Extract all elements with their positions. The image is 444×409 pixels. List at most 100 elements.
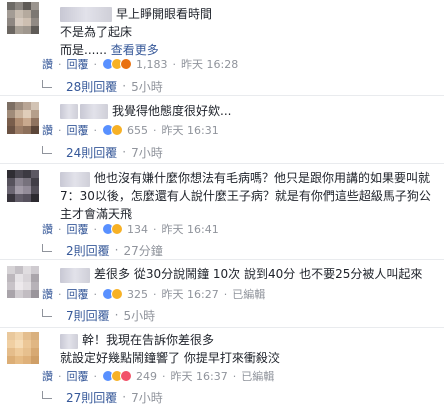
reaction-count[interactable]: 1,183 — [136, 58, 168, 71]
comment-text-line: 早上睜開眼看時間 — [116, 7, 213, 21]
edited-label[interactable]: 已編輯 — [232, 286, 265, 302]
comment-text-line: 幹！我現在告訴你差很多 — [82, 333, 215, 347]
commenter-name[interactable] — [80, 104, 108, 119]
comment-5: 幹！我現在告訴你差很多 就設定好幾點鬧鐘響了 你提早打來衝殺洨 讚 · 回覆 ·… — [0, 328, 444, 409]
comment-timestamp[interactable]: 昨天 16:27 — [162, 286, 219, 302]
reactions-summary[interactable] — [102, 124, 123, 136]
comment-text-line: 他也沒有嫌什麼你想法有毛病嗎？他只是跟你用講的如果要叫就 — [94, 171, 431, 185]
comment-text-line: 就設定好幾點鬧鐘響了 你提早打來衝殺洨 — [60, 351, 280, 365]
comment-actions: 讚 · 回覆 · 249 · 昨天 16:37 · 已編輯 — [42, 368, 274, 384]
like-button[interactable]: 讚 — [42, 56, 53, 72]
like-button[interactable]: 讚 — [42, 122, 53, 138]
comment-1: 早上睜開眼看時間 不是為了起床 而是...... 查看更多 讚 · 回覆 · 1… — [0, 0, 444, 102]
separator-dot: · — [162, 369, 166, 383]
separator-dot: · — [58, 287, 62, 301]
comment-actions: 讚 · 回覆 · 655 · 昨天 16:31 — [42, 122, 219, 138]
separator-dot: · — [122, 79, 127, 93]
comment-text-line: 我覺得他態度很好欸... — [112, 104, 232, 118]
like-button[interactable]: 讚 — [42, 368, 53, 384]
reply-arrow-icon — [42, 146, 52, 154]
see-more-link[interactable]: 查看更多 — [111, 43, 159, 57]
separator-dot: · — [93, 123, 98, 137]
separator-dot: · — [172, 57, 177, 71]
comment-text-line: 7：30以後，怎麼還有人說什麼王子病？就是有你們這些超級馬子狗公 — [60, 189, 431, 203]
comment-timestamp[interactable]: 昨天 16:31 — [162, 122, 219, 138]
separator-dot: · — [93, 287, 98, 301]
separator-dot: · — [223, 287, 228, 301]
haha-icon — [111, 288, 123, 300]
love-icon — [120, 370, 132, 382]
separator-dot: · — [93, 222, 98, 236]
avatar[interactable] — [7, 2, 39, 34]
view-replies[interactable]: 2則回覆 · 27分鐘 — [42, 242, 163, 258]
separator-dot: · — [122, 145, 127, 159]
comment-actions: 讚 · 回覆 · 1,183 · 昨天 16:28 — [42, 56, 238, 72]
avatar[interactable] — [7, 266, 39, 298]
comment-timestamp[interactable]: 昨天 16:37 — [171, 368, 228, 384]
reactions-summary[interactable] — [102, 288, 123, 300]
replies-count-link[interactable]: 2則回覆 — [66, 242, 110, 259]
view-replies[interactable]: 24則回覆 · 7小時 — [42, 144, 163, 160]
commenter-name[interactable] — [60, 172, 90, 187]
comment-text-fragment: 而是...... — [60, 43, 107, 57]
avatar[interactable] — [7, 102, 39, 134]
commenter-name[interactable] — [60, 268, 90, 283]
replies-count-link[interactable]: 28則回覆 — [66, 78, 117, 95]
angry-icon — [120, 58, 132, 70]
reply-arrow-icon — [42, 391, 52, 399]
commenter-name[interactable] — [60, 104, 78, 119]
reply-arrow-icon — [42, 80, 52, 88]
reply-button[interactable]: 回覆 — [67, 56, 89, 72]
reaction-count[interactable]: 249 — [136, 370, 157, 383]
separator-dot: · — [114, 243, 119, 257]
haha-icon — [111, 124, 123, 136]
reactions-summary[interactable] — [102, 370, 132, 382]
replies-time: 27分鐘 — [123, 243, 163, 258]
like-button[interactable]: 讚 — [42, 221, 53, 237]
avatar[interactable] — [7, 170, 39, 202]
reply-button[interactable]: 回覆 — [67, 286, 89, 302]
replies-count-link[interactable]: 24則回覆 — [66, 144, 117, 161]
edited-label[interactable]: 已編輯 — [241, 368, 274, 384]
replies-time: 7小時 — [131, 145, 163, 160]
comment-3: 他也沒有嫌什麼你想法有毛病嗎？他只是跟你用講的如果要叫就 7：30以後，怎麼還有… — [0, 164, 444, 260]
comment-text-line: 差很多 從30分說鬧鐘 10次 說到40分 也不要25分被人叫起來 — [94, 267, 423, 281]
separator-dot: · — [58, 57, 62, 71]
replies-time: 5小時 — [123, 308, 156, 323]
separator-dot: · — [93, 57, 98, 71]
reply-arrow-icon — [42, 244, 52, 252]
reply-button[interactable]: 回覆 — [67, 221, 89, 237]
comment-2: 我覺得他態度很好欸... 讚 · 回覆 · 655 · 昨天 16:31 24則… — [0, 96, 444, 164]
like-button[interactable]: 讚 — [42, 286, 53, 302]
reply-button[interactable]: 回覆 — [67, 122, 89, 138]
commenter-name[interactable] — [60, 7, 112, 22]
commenter-name[interactable] — [60, 334, 78, 349]
replies-count-link[interactable]: 7則回覆 — [66, 307, 110, 324]
separator-dot: · — [93, 369, 98, 383]
separator-dot: · — [153, 123, 157, 137]
comment-timestamp[interactable]: 昨天 16:28 — [181, 56, 238, 72]
comment-actions: 讚 · 回覆 · 325 · 昨天 16:27 · 已編輯 — [42, 286, 265, 302]
comment-actions: 讚 · 回覆 · 134 · 昨天 16:41 — [42, 221, 219, 237]
comment-4: 差很多 從30分說鬧鐘 10次 說到40分 也不要25分被人叫起來 讚 · 回覆… — [0, 260, 444, 328]
view-replies[interactable]: 28則回覆 · 5小時 — [42, 78, 163, 94]
separator-dot: · — [153, 222, 157, 236]
separator-dot: · — [232, 369, 237, 383]
reaction-count[interactable]: 325 — [127, 288, 148, 301]
reactions-summary[interactable] — [102, 58, 132, 70]
view-replies[interactable]: 27則回覆 · 7小時 — [42, 389, 163, 405]
view-replies[interactable]: 7則回覆 · 5小時 — [42, 307, 155, 323]
reactions-summary[interactable] — [102, 223, 123, 235]
comment-text-line: 不是為了起床 — [60, 25, 133, 39]
reaction-count[interactable]: 655 — [127, 124, 148, 137]
separator-dot: · — [58, 123, 62, 137]
comment-timestamp[interactable]: 昨天 16:41 — [162, 221, 219, 237]
separator-dot: · — [122, 390, 127, 404]
reply-button[interactable]: 回覆 — [67, 368, 89, 384]
separator-dot: · — [58, 369, 62, 383]
replies-time: 5小時 — [131, 79, 163, 94]
separator-dot: · — [58, 222, 62, 236]
replies-count-link[interactable]: 27則回覆 — [66, 389, 117, 406]
reaction-count[interactable]: 134 — [127, 223, 148, 236]
avatar[interactable] — [7, 332, 39, 364]
